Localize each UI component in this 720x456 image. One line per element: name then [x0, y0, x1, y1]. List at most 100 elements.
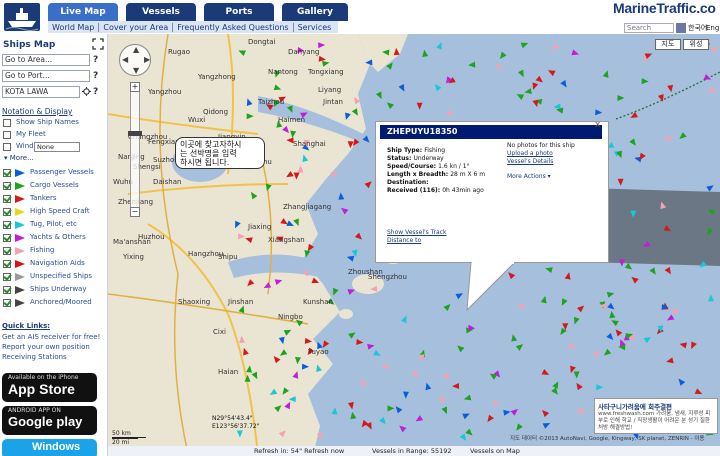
tab-vessels[interactable]: Vessels: [126, 3, 196, 21]
legend-checkbox[interactable]: [3, 286, 11, 294]
ship-icon: [15, 234, 25, 242]
app-store-small-text: Available on the iPhone: [8, 374, 79, 381]
upload-photo-link[interactable]: Upload a photo: [507, 150, 553, 157]
legend-checkbox[interactable]: [3, 234, 11, 242]
wind-checkbox[interactable]: [3, 143, 11, 151]
help-icon[interactable]: ?: [93, 87, 98, 97]
vessel-search-field[interactable]: KOTA LAWA: [2, 86, 80, 98]
google-play-big-text: Google play: [8, 414, 83, 429]
ship-marker: [524, 88, 532, 95]
ship-marker: [399, 425, 407, 433]
legend-checkbox[interactable]: [3, 208, 11, 216]
ship-marker: [441, 406, 447, 415]
zoom-slider[interactable]: + −: [128, 82, 142, 217]
legend-checkbox[interactable]: [3, 247, 11, 255]
map-canvas[interactable]: NanjingWuxiSuzhouShanghaiHangzhouJiaxing…: [108, 34, 720, 456]
search-input[interactable]: Search: [624, 23, 674, 33]
notation-display-link[interactable]: Notation & Display: [2, 107, 72, 116]
map-type-map-button[interactable]: 지도: [655, 39, 681, 50]
place-label: Qidong: [203, 108, 228, 116]
zoom-in-button[interactable]: +: [130, 82, 140, 92]
legend-item[interactable]: Ships Underway: [3, 285, 107, 295]
vessel-details-link[interactable]: Vessel's Details: [507, 158, 553, 165]
legend-item[interactable]: Fishing: [3, 246, 107, 256]
legend-checkbox[interactable]: [3, 182, 11, 190]
my-fleet-checkbox[interactable]: [3, 131, 11, 139]
help-icon[interactable]: ?: [93, 71, 98, 81]
refresh-status[interactable]: Refresh in: 54" Refresh now: [254, 446, 344, 456]
app-store-badge[interactable]: Available on the iPhone App Store: [2, 373, 97, 402]
zoom-out-button[interactable]: −: [130, 207, 140, 217]
legend-item[interactable]: Tankers: [3, 194, 107, 204]
ship-marker: [400, 315, 407, 324]
place-label: Shengzhou: [368, 273, 407, 281]
windows-badge[interactable]: Windows: [2, 439, 97, 456]
search-button[interactable]: [676, 23, 686, 33]
ship-marker: [532, 82, 539, 90]
legend-item[interactable]: Navigation Aids: [3, 259, 107, 269]
ship-marker: [666, 135, 674, 142]
zoom-knob[interactable]: [128, 131, 142, 136]
go-to-area-field[interactable]: Go to Area...: [2, 54, 90, 66]
more-actions-menu[interactable]: More Actions ▾: [507, 173, 551, 180]
legend-item[interactable]: Anchored/Moored: [3, 298, 107, 308]
wind-select[interactable]: None: [34, 142, 80, 152]
ship-marker: [545, 267, 553, 273]
ship-marker: [566, 343, 575, 350]
pan-control[interactable]: ▲ ▼ ◀ ▶: [119, 44, 151, 76]
locate-icon[interactable]: [82, 87, 91, 96]
quick-link-receiving-stations[interactable]: Receiving Stations: [2, 353, 67, 361]
show-ship-names-checkbox[interactable]: [3, 119, 11, 127]
ship-logo-icon[interactable]: [4, 3, 40, 31]
legend-item[interactable]: Passenger Vessels: [3, 168, 107, 178]
legend-label: Tug, Pilot, etc: [30, 220, 77, 228]
lang-english[interactable]: Eng: [706, 23, 719, 33]
legend-checkbox[interactable]: [3, 169, 11, 177]
tab-live-map[interactable]: Live Map: [48, 3, 118, 21]
legend-item[interactable]: High Speed Craft: [3, 207, 107, 217]
place-label: Tongxiang: [307, 68, 344, 76]
subnav-cover-area[interactable]: Cover your Area: [99, 22, 174, 32]
brand-title[interactable]: MarineTraffic.co: [613, 0, 716, 16]
more-link[interactable]: ▾ More...: [4, 154, 34, 162]
tab-ports[interactable]: Ports: [204, 3, 274, 21]
advertisement[interactable]: 사타구니가려움에 회주결편 www.freshwash.com 가려움, 냄새,…: [594, 398, 718, 434]
ship-marker: [611, 320, 619, 327]
legend-item[interactable]: Cargo Vessels: [3, 181, 107, 191]
place-label: Haian: [218, 368, 238, 376]
legend-item[interactable]: Yachts & Others: [3, 233, 107, 243]
ship-icon: [15, 247, 25, 255]
expand-icon[interactable]: [92, 38, 104, 50]
help-icon[interactable]: ?: [93, 55, 98, 65]
legend-checkbox[interactable]: [3, 273, 11, 281]
show-track-link[interactable]: Show Vessel's Track: [387, 229, 446, 236]
lang-korean[interactable]: 한국어: [688, 23, 707, 33]
place-label: Yangzhou: [147, 88, 181, 96]
ship-marker: [398, 84, 405, 92]
ship-marker: [643, 336, 652, 344]
main-tabs: Live Map Vessels Ports Gallery: [48, 3, 356, 21]
subnav-world-map[interactable]: World Map: [48, 22, 100, 32]
map-type-satellite-button[interactable]: 위성: [683, 39, 709, 50]
go-to-port-field[interactable]: Go to Port...: [2, 70, 90, 82]
subnav-services[interactable]: Services: [294, 23, 336, 32]
quick-link-report-position[interactable]: Report your own position: [2, 343, 90, 351]
place-label: Dongtai: [248, 38, 276, 46]
legend-checkbox[interactable]: [3, 299, 11, 307]
legend-item[interactable]: Unspecified Ships: [3, 272, 107, 282]
ship-marker: [316, 432, 323, 441]
quick-link-ais-receiver[interactable]: Get an AIS receiver for free!: [2, 333, 100, 341]
tab-gallery[interactable]: Gallery: [282, 3, 348, 21]
distance-to-link[interactable]: Distance to: [387, 237, 421, 244]
google-play-badge[interactable]: ANDROID APP ON Google play: [2, 406, 97, 435]
legend-checkbox[interactable]: [3, 221, 11, 229]
vessel-info-row: Ship Type: Fishing: [387, 147, 445, 154]
ship-marker: [666, 314, 675, 321]
vessel-info-row: Speed/Course: 1.6 kn / 1°: [387, 163, 470, 170]
legend-item[interactable]: Tug, Pilot, etc: [3, 220, 107, 230]
ship-marker: [515, 344, 524, 351]
close-icon[interactable]: x: [595, 120, 600, 130]
legend-checkbox[interactable]: [3, 195, 11, 203]
legend-checkbox[interactable]: [3, 260, 11, 268]
subnav-faq[interactable]: Frequently Asked Questions: [173, 22, 294, 32]
